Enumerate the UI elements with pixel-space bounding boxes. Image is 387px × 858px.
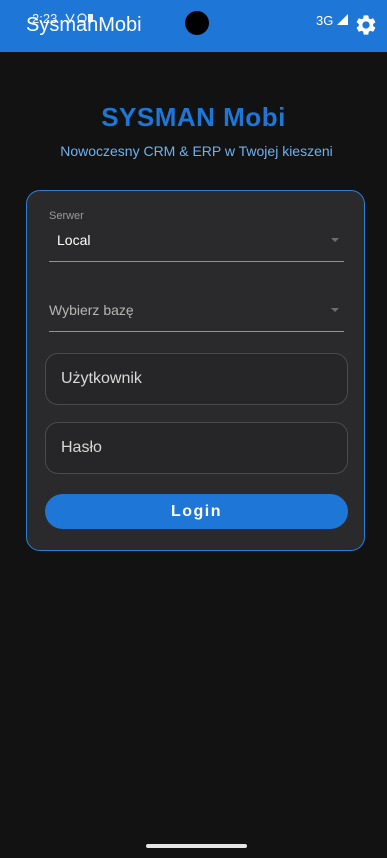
password-field[interactable]: Hasło bbox=[45, 422, 348, 474]
login-screen: 2:23 SysmanMobi 3G SYSMAN Mobi Nowoczesn… bbox=[0, 0, 387, 858]
database-select[interactable]: Wybierz bazę bbox=[49, 280, 344, 332]
server-select[interactable]: Serwer Local bbox=[49, 210, 344, 262]
username-field[interactable]: Użytkownik bbox=[45, 353, 348, 405]
brand-subtitle: Nowoczesny CRM & ERP w Twojej kieszeni bbox=[60, 143, 333, 159]
chevron-down-icon bbox=[331, 238, 339, 242]
login-button[interactable]: Login bbox=[45, 494, 348, 529]
gear-icon[interactable] bbox=[354, 13, 378, 37]
brand-title: SYSMAN Mobi bbox=[101, 102, 286, 132]
server-label: Serwer bbox=[49, 210, 84, 222]
chevron-down-icon bbox=[331, 308, 339, 312]
database-placeholder: Wybierz bazę bbox=[49, 302, 134, 318]
network-type: 3G bbox=[316, 13, 334, 28]
app-title: SysmanMobi bbox=[26, 14, 142, 36]
home-indicator[interactable] bbox=[146, 844, 247, 848]
signal-icon bbox=[337, 14, 348, 25]
password-placeholder: Hasło bbox=[61, 439, 102, 456]
app-bar: 2:23 SysmanMobi 3G bbox=[0, 0, 387, 52]
username-placeholder: Użytkownik bbox=[61, 370, 142, 387]
camera-cutout bbox=[185, 11, 209, 35]
server-value: Local bbox=[57, 232, 91, 248]
